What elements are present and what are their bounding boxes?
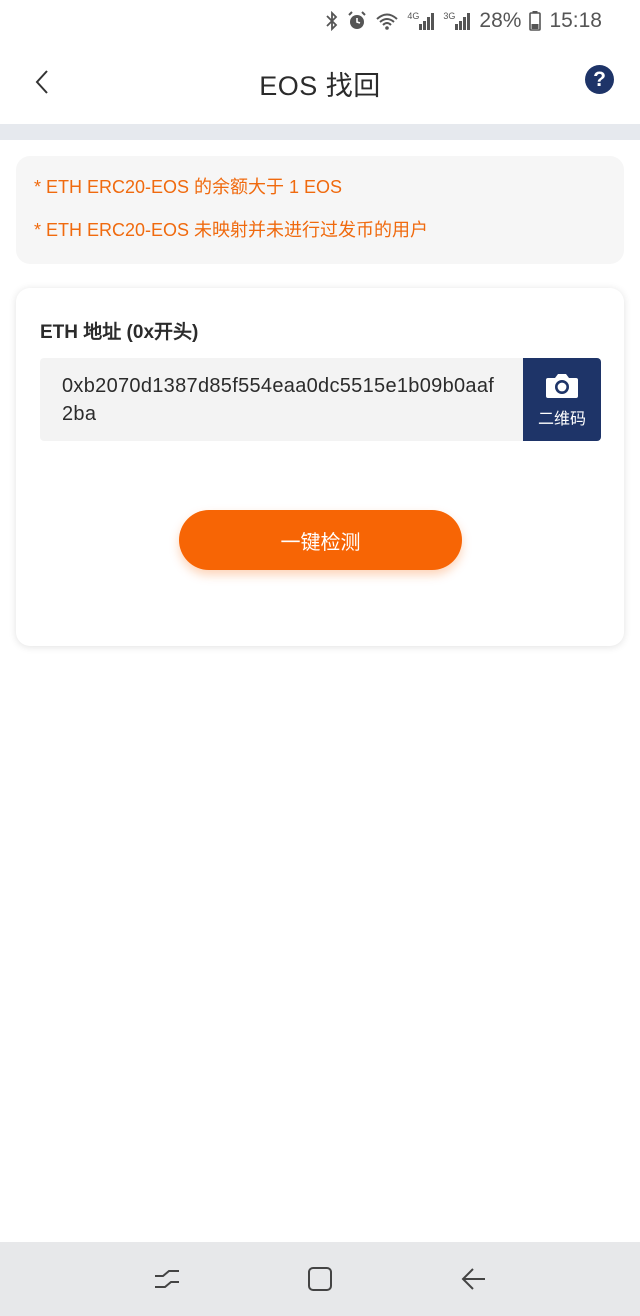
home-button[interactable] (296, 1255, 344, 1303)
header: EOS 找回 ? (0, 42, 640, 124)
recent-apps-icon (154, 1270, 179, 1288)
notice-line-unmapped: * ETH ERC20-EOS 未映射并未进行过发币的用户 (34, 220, 429, 240)
camera-icon (546, 373, 578, 398)
battery-icon (529, 11, 542, 31)
qr-button-label: 二维码 (537, 410, 586, 428)
address-label: ETH 地址 (0x开头) (40, 322, 199, 343)
address-input[interactable]: 0xb2070d1387d85f554eaa0dc5515e1b09b0aaf2… (40, 358, 523, 441)
detect-button[interactable]: 一键检测 (179, 510, 462, 570)
notice-line-balance: * ETH ERC20-EOS 的余额大于 1 EOS (34, 177, 343, 197)
chevron-left-icon (35, 70, 48, 94)
back-button[interactable] (22, 62, 62, 102)
status-bar: 4G 3G 28% 15:18 (0, 0, 640, 42)
address-card: ETH 地址 (0x开头) 0xb2070d1387d85f554eaa0dc5… (16, 288, 624, 646)
recent-apps-button[interactable] (143, 1255, 191, 1303)
wifi-icon (375, 11, 399, 31)
home-icon (307, 1267, 332, 1291)
clock: 15:18 (549, 9, 602, 32)
back-arrow-icon (461, 1268, 486, 1290)
network-4g-label: 4G (407, 11, 420, 21)
qr-scan-button[interactable]: 二维码 (523, 358, 601, 441)
help-button[interactable]: ? (585, 65, 614, 94)
signal-3g-icon: 3G (443, 12, 471, 30)
screen: 4G 3G 28% 15:18 EOS 找回 ? * ETH ERC20-EOS… (0, 0, 640, 1316)
question-mark-icon: ? (593, 68, 606, 91)
signal-4g-icon: 4G (407, 12, 435, 30)
notice-box: * ETH ERC20-EOS 的余额大于 1 EOS * ETH ERC20-… (16, 156, 624, 264)
battery-percent: 28% (479, 9, 522, 32)
navigation-bar (0, 1242, 640, 1316)
alarm-icon (347, 11, 367, 31)
bluetooth-icon (325, 11, 339, 31)
header-divider (0, 124, 640, 140)
back-nav-button[interactable] (449, 1255, 497, 1303)
network-3g-label: 3G (443, 11, 456, 21)
page-title: EOS 找回 (259, 70, 381, 101)
